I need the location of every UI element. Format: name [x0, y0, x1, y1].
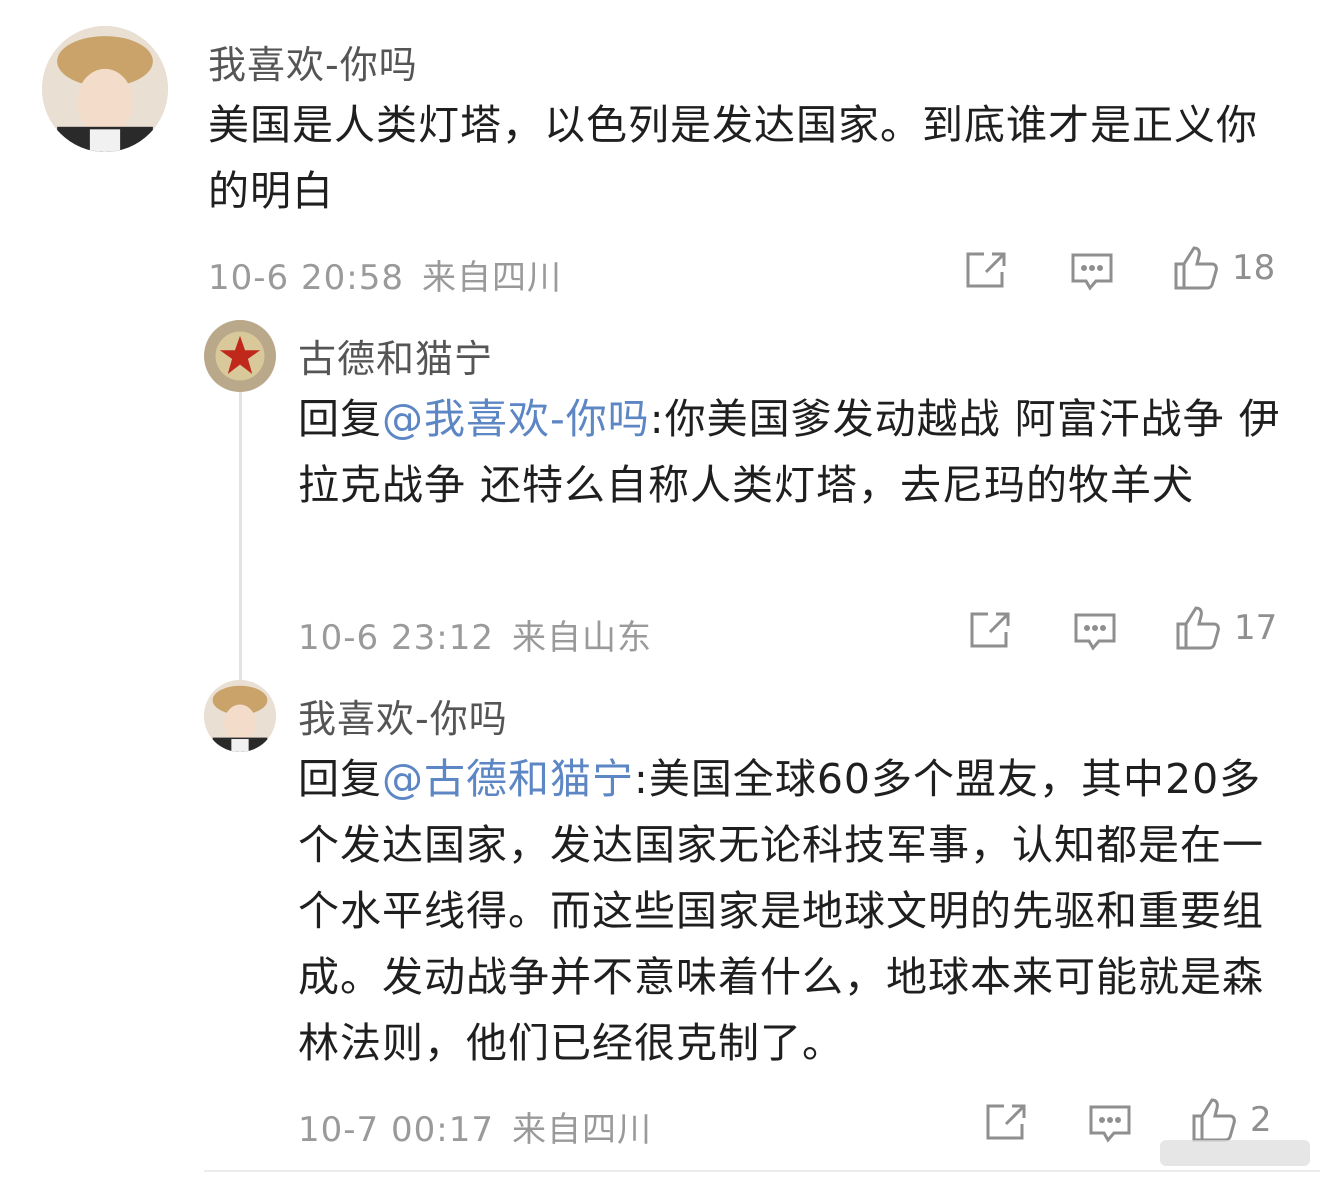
thumbs-up-icon: [1192, 1098, 1236, 1142]
comment-text: 回复@我喜欢-你吗:你美国爹发动越战 阿富汗战争 伊拉克战争 还特么自称人类灯塔…: [298, 386, 1288, 518]
comment-date: 10-7 00:17: [298, 1110, 494, 1150]
watermark-blur: [1160, 1140, 1310, 1166]
reply-prefix: 回复: [298, 395, 382, 443]
like-button[interactable]: 18: [1172, 244, 1275, 292]
thumbs-up-icon: [1176, 606, 1220, 650]
comment-location: 来自山东: [511, 618, 652, 658]
comment-meta: 10-6 20:58 来自四川: [208, 250, 580, 299]
avatar[interactable]: [204, 320, 276, 392]
share-icon: [966, 252, 1006, 288]
like-count: 2: [1250, 1100, 1272, 1140]
share-button[interactable]: [968, 610, 1012, 650]
comment-username[interactable]: 我喜欢-你吗: [208, 34, 418, 89]
comment-body: 美国是人类灯塔，以色列是发达国家。到底谁才是正义你的明白: [208, 101, 1258, 215]
thread-line: [239, 392, 242, 682]
comment-text: 美国是人类灯塔，以色列是发达国家。到底谁才是正义你的明白: [208, 92, 1288, 224]
share-button[interactable]: [964, 250, 1008, 290]
mention-link[interactable]: @古德和猫宁: [382, 755, 634, 803]
like-button[interactable]: 17: [1174, 604, 1277, 652]
thumbs-up-icon: [1174, 246, 1218, 290]
share-icon: [986, 1104, 1026, 1140]
comment-date: 10-6 23:12: [298, 618, 494, 658]
comment-thread: 我喜欢-你吗 美国是人类灯塔，以色列是发达国家。到底谁才是正义你的明白 10-6…: [0, 0, 1320, 1180]
comment-icon: [1074, 613, 1116, 651]
watermark: [1160, 1140, 1310, 1166]
share-icon: [970, 612, 1010, 648]
comment-date: 10-6 20:58: [208, 258, 404, 298]
comment-meta: 10-7 00:17 来自四川: [298, 1102, 670, 1151]
mention-link[interactable]: @我喜欢-你吗: [382, 395, 650, 443]
comment-button[interactable]: [1088, 1104, 1132, 1144]
comment-icon: [1071, 253, 1113, 291]
like-count: 17: [1234, 608, 1278, 648]
comment-button[interactable]: [1073, 612, 1117, 652]
like-button[interactable]: 2: [1190, 1096, 1272, 1144]
avatar-image: [204, 320, 276, 392]
avatar-image: [42, 26, 168, 152]
comment-text: 回复@古德和猫宁:美国全球60多个盟友，其中20多个发达国家，发达国家无论科技军…: [298, 746, 1288, 1076]
like-count: 18: [1232, 248, 1276, 288]
comment-icon: [1089, 1105, 1131, 1143]
avatar-image: [204, 680, 276, 752]
comment-button[interactable]: [1070, 252, 1114, 292]
comment-location: 来自四川: [511, 1110, 652, 1150]
share-button[interactable]: [984, 1102, 1028, 1142]
comment-meta: 10-6 23:12 来自山东: [298, 610, 670, 659]
divider: [204, 1170, 1320, 1172]
comment-username[interactable]: 我喜欢-你吗: [298, 688, 508, 743]
avatar[interactable]: [42, 26, 168, 152]
comment-username[interactable]: 古德和猫宁: [298, 328, 493, 383]
reply-prefix: 回复: [298, 755, 382, 803]
comment-location: 来自四川: [421, 258, 562, 298]
avatar[interactable]: [204, 680, 276, 752]
